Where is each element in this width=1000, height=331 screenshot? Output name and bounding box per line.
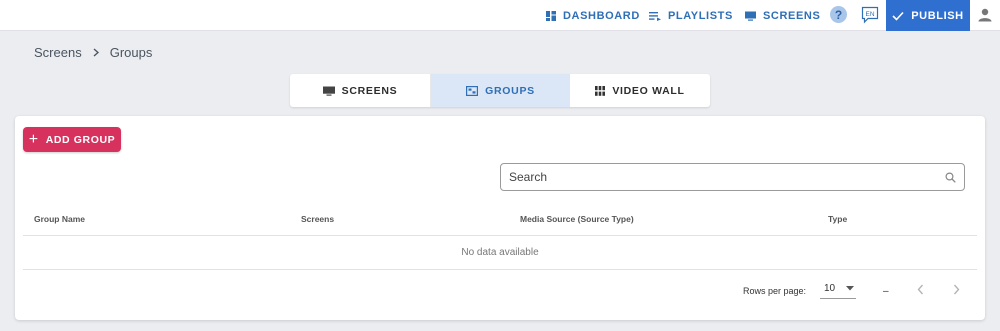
breadcrumb-root[interactable]: Screens (34, 45, 82, 60)
nav-screens-label: SCREENS (763, 9, 821, 22)
search-field[interactable] (500, 163, 965, 191)
rows-per-page-label: Rows per page: (743, 286, 807, 296)
empty-message: No data available (461, 247, 539, 258)
publish-button[interactable]: PUBLISH (886, 0, 970, 31)
search-input[interactable] (509, 170, 945, 184)
groups-card: + ADD GROUP Group Name Screens Media Sou… (15, 116, 985, 320)
help-button[interactable]: ? (830, 6, 847, 23)
chevron-right-icon (93, 48, 99, 57)
column-header-type[interactable]: Type (828, 214, 847, 224)
column-header-media-source[interactable]: Media Source (Source Type) (520, 214, 634, 224)
top-bar: DASHBOARD PLAYLISTS SCREENS ? EN PUBLISH (0, 0, 1000, 31)
publish-label: PUBLISH (911, 9, 964, 22)
help-icon: ? (834, 7, 843, 22)
table-empty-row: No data available (23, 236, 977, 270)
column-header-group-name[interactable]: Group Name (34, 214, 85, 224)
language-icon: EN (861, 6, 879, 24)
nav-playlists[interactable]: PLAYLISTS (649, 0, 733, 31)
nav-dashboard[interactable]: DASHBOARD (546, 0, 640, 31)
video-wall-icon (595, 85, 606, 96)
tab-groups-label: GROUPS (485, 84, 535, 97)
tab-video-wall-label: VIDEO WALL (612, 84, 685, 97)
tab-screens-label: SCREENS (341, 84, 398, 97)
breadcrumb: Screens Groups (34, 45, 152, 60)
page-range: – (883, 286, 889, 297)
nav-playlists-label: PLAYLISTS (668, 9, 733, 22)
check-icon (892, 11, 904, 21)
tab-video-wall[interactable]: VIDEO WALL (570, 74, 710, 107)
caret-down-icon (846, 286, 854, 291)
view-tabs: SCREENS GROUPS VIDEO WALL (290, 74, 710, 107)
previous-page-button[interactable] (917, 284, 924, 297)
table-header: Group Name Screens Media Source (Source … (23, 206, 977, 236)
dashboard-icon (546, 10, 556, 21)
tab-screens[interactable]: SCREENS (290, 74, 430, 107)
add-group-button[interactable]: + ADD GROUP (23, 127, 121, 152)
language-button[interactable]: EN (861, 6, 879, 29)
nav-dashboard-label: DASHBOARD (563, 9, 640, 22)
plus-icon: + (28, 130, 39, 148)
chevron-right-icon (953, 284, 960, 295)
user-menu[interactable] (978, 8, 992, 27)
rows-per-page-select[interactable]: 10 (820, 279, 856, 299)
next-page-button[interactable] (953, 284, 960, 297)
breadcrumb-current: Groups (109, 45, 153, 60)
tab-groups[interactable]: GROUPS (430, 74, 570, 107)
add-group-label: ADD GROUP (45, 133, 116, 146)
column-header-screens[interactable]: Screens (301, 214, 334, 224)
playlist-icon (649, 11, 661, 21)
language-code: EN (865, 11, 874, 18)
chevron-left-icon (917, 284, 924, 295)
search-icon (945, 171, 956, 183)
user-icon (978, 8, 992, 22)
monitor-icon (745, 11, 756, 21)
nav-screens[interactable]: SCREENS (745, 0, 820, 31)
monitor-icon (322, 86, 335, 96)
table-footer: Rows per page: 10 – (15, 276, 985, 306)
rows-per-page-value: 10 (824, 283, 836, 294)
groups-icon (466, 85, 479, 96)
